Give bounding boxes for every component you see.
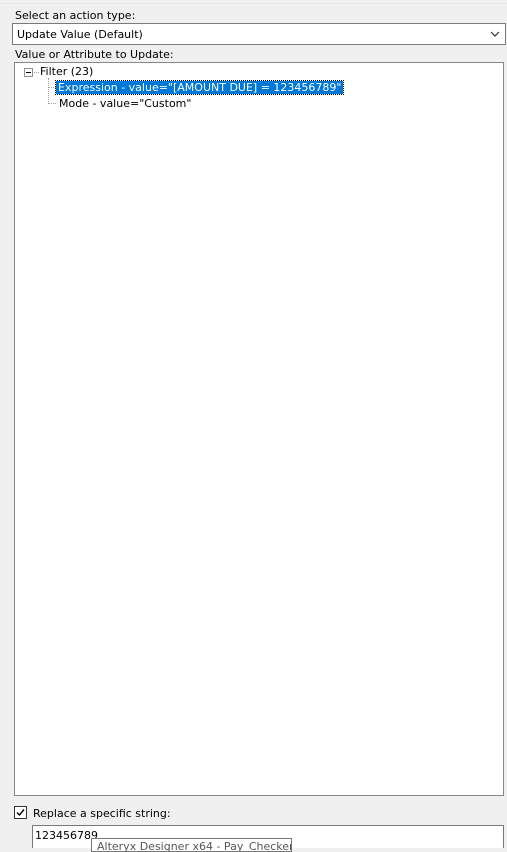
action-type-selected: Update Value (Default) (17, 28, 143, 41)
tooltip-text: Alteryx Designer x64 - Pay_Checker* (97, 840, 292, 852)
action-type-dropdown[interactable]: Update Value (Default) (12, 23, 506, 45)
chevron-down-icon[interactable] (488, 27, 502, 41)
action-config-panel: Select an action type: Update Value (Def… (0, 0, 507, 852)
replace-string-checkbox[interactable] (14, 806, 27, 819)
tree-node-filter[interactable]: Filter (23) (38, 65, 95, 78)
replace-string-value: 123456789 (35, 829, 98, 842)
replace-string-label: Replace a specific string: (33, 807, 171, 820)
collapse-icon[interactable] (24, 68, 33, 77)
tree-node-mode[interactable]: Mode - value="Custom" (57, 97, 193, 110)
window-title-tooltip: Alteryx Designer x64 - Pay_Checker* (91, 838, 292, 852)
attribute-tree[interactable]: Filter (23) Expression - value="[AMOUNT … (14, 62, 504, 796)
tree-connector (48, 103, 56, 104)
tree-node-expression[interactable]: Expression - value="[AMOUNT DUE] = 12345… (54, 80, 345, 95)
tree-connector (48, 78, 49, 104)
action-type-label: Select an action type: (15, 9, 136, 22)
checkmark-icon (16, 809, 25, 817)
tree-label: Value or Attribute to Update: (15, 48, 174, 61)
tree-connector (48, 87, 56, 88)
top-divider (0, 3, 507, 4)
